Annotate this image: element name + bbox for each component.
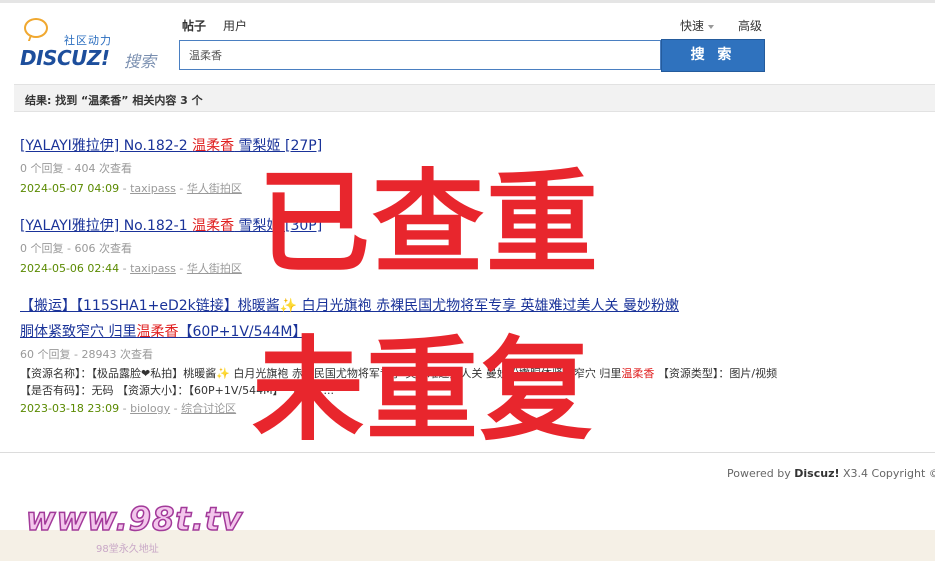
result-author-link[interactable]: taxipass [130, 262, 176, 275]
result-summary-highlight: 温柔香 [621, 367, 655, 380]
result-summary-text: 结果: 找到 “温柔香” 相关内容 3 个 [25, 94, 203, 107]
result-title-highlight: 温柔香 [192, 138, 235, 154]
result-date: 2023-03-18 23:09 [20, 402, 120, 415]
result-title-link[interactable]: 【搬运】【115SHA1+eD2k链接】桃暖酱✨ 白月光旗袍 赤裸民国尤物将军专… [20, 295, 800, 315]
top-border [0, 0, 935, 3]
quick-label: 快速 [680, 19, 705, 33]
discuz-logo[interactable]: 社区动力 DISCUZ! 搜索 [20, 16, 170, 72]
result-author-link[interactable]: biology [130, 402, 170, 415]
result-title-text: 胴体紧致窄穴 归里 [20, 324, 137, 340]
result-title-highlight: 温柔香 [192, 218, 235, 234]
result-title-text: [YALAYI雅拉伊] No.182-1 [20, 218, 193, 234]
site-watermark: www.98t.tv [25, 500, 243, 538]
speech-bubble-tail-icon [27, 35, 39, 41]
result-title-text: [YALAYI雅拉伊] No.182-2 [20, 138, 193, 154]
advanced-search-link[interactable]: 高级 [738, 17, 762, 34]
logo-search-word: 搜索 [124, 52, 157, 71]
result-author-link[interactable]: taxipass [130, 182, 176, 195]
chevron-down-icon [708, 24, 715, 29]
search-input[interactable] [180, 41, 660, 69]
quick-search-dropdown[interactable]: 快速 [680, 17, 715, 34]
site-watermark-sub: 98堂永久地址 [96, 544, 159, 555]
duplicate-check-stamp-line1: 已查重 [258, 159, 600, 289]
search-button[interactable]: 搜 索 [661, 39, 765, 72]
result-date: 2024-05-06 02:44 [20, 262, 120, 275]
powered-by: Powered by Discuz! X3.4 Copyright © [727, 467, 935, 480]
result-date: 2024-05-07 04:09 [20, 182, 120, 195]
duplicate-check-stamp-line2: 未重复 [252, 326, 594, 456]
result-forum-link[interactable]: 华人街拍区 [187, 182, 242, 195]
tab-user[interactable]: 用户 [223, 17, 247, 34]
result-summary-bar: 结果: 找到 “温柔香” 相关内容 3 个 [14, 84, 935, 112]
tab-post[interactable]: 帖子 [182, 17, 206, 34]
powered-brand-link[interactable]: Discuz! [794, 467, 839, 480]
powered-suffix: X3.4 Copyright © [839, 467, 935, 480]
result-title-text: 雪梨姬 [27P] [234, 138, 323, 154]
result-forum-link[interactable]: 综合讨论区 [181, 402, 236, 415]
powered-prefix: Powered by [727, 467, 795, 480]
logo-brand: DISCUZ! [20, 46, 110, 70]
search-box [179, 40, 661, 70]
result-forum-link[interactable]: 华人街拍区 [187, 262, 242, 275]
result-title-highlight: 温柔香 [136, 324, 179, 340]
result-title-link[interactable]: [YALAYI雅拉伊] No.182-2 温柔香 雪梨姬 [27P] [20, 135, 800, 155]
result-title-text: 【搬运】【115SHA1+eD2k链接】桃暖酱✨ 白月光旗袍 赤裸民国尤物将军专… [20, 298, 679, 314]
